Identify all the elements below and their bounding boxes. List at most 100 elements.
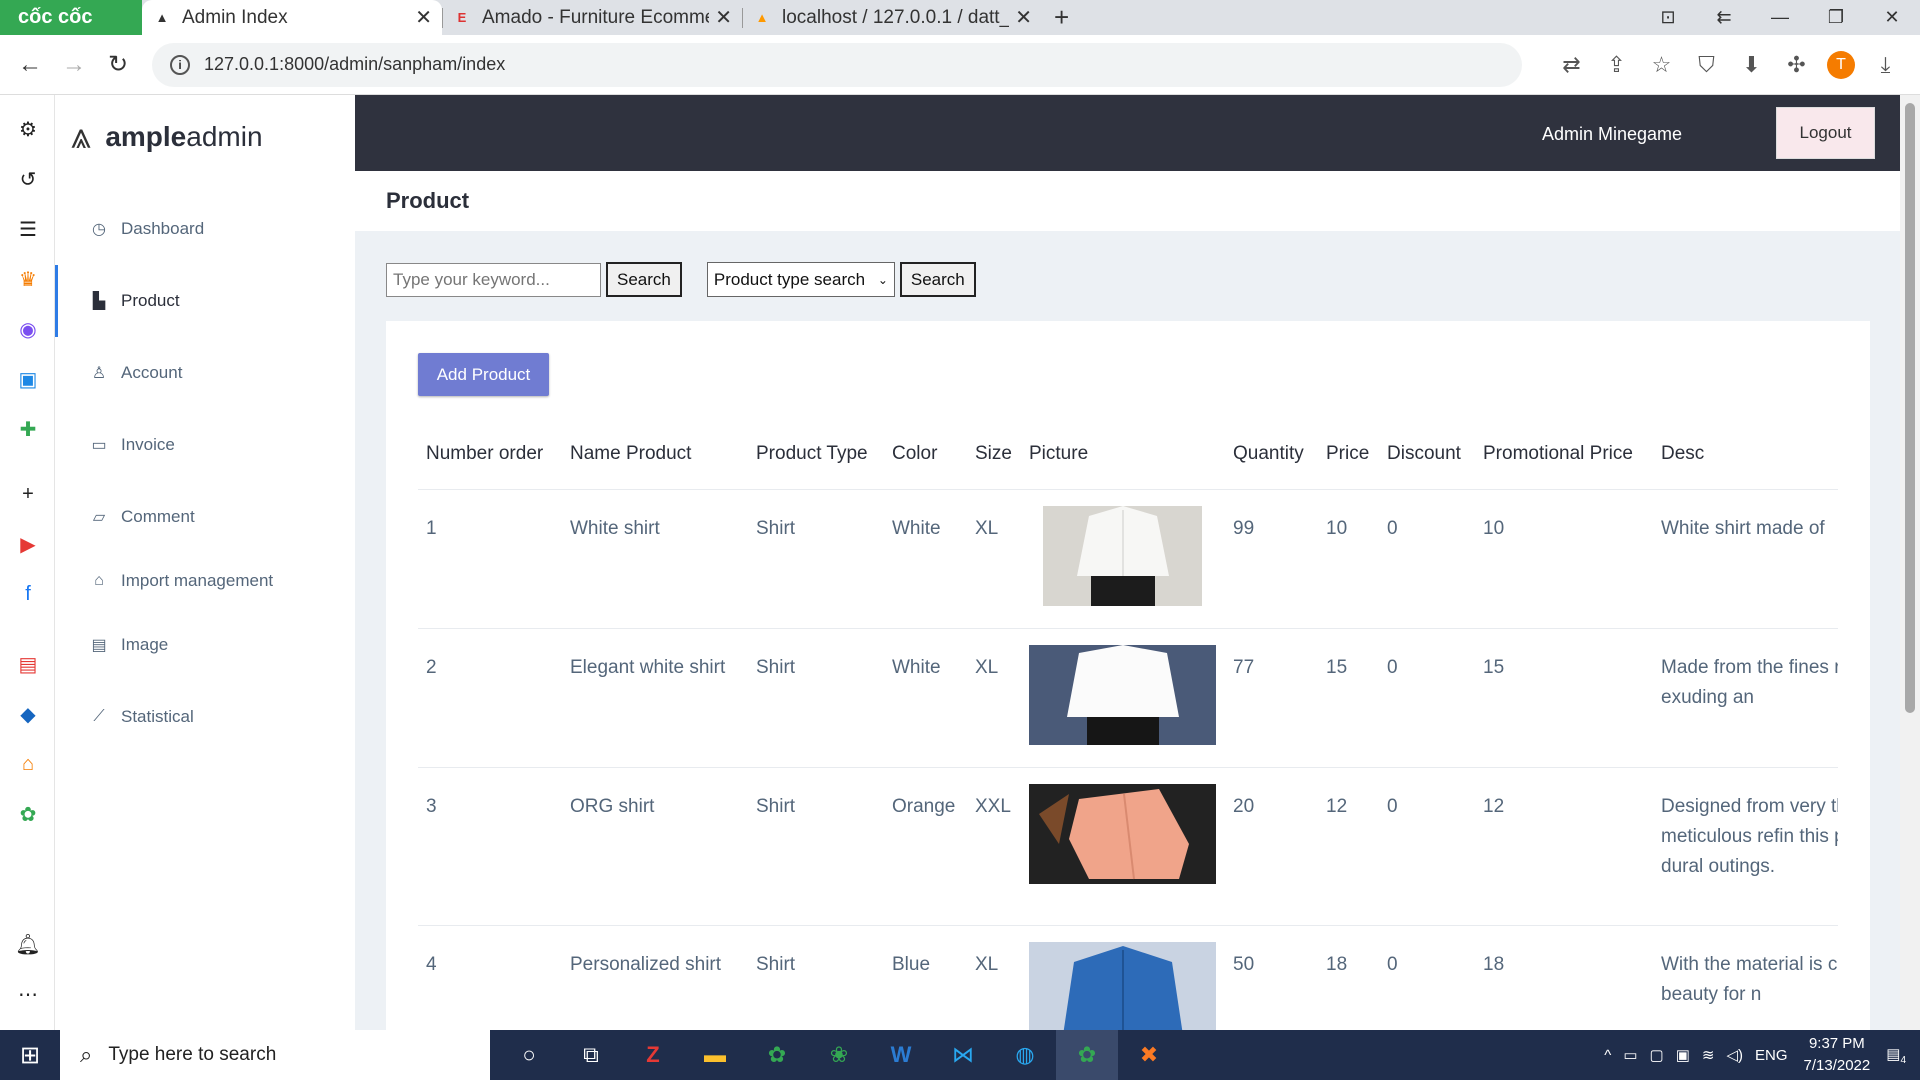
table-row: 1 White shirt Shirt White XL 99 10 0 10 … [418, 489, 1838, 629]
admin-name[interactable]: Admin Minegame [1542, 124, 1682, 145]
elegant-white-shirt-image [1029, 644, 1216, 745]
type-search-button[interactable]: Search [899, 262, 976, 297]
share-icon[interactable]: ⇪ [1594, 52, 1639, 78]
display-icon[interactable]: ▣ [1676, 1046, 1690, 1064]
sidebar-item-account[interactable]: ♙ Account [55, 337, 355, 409]
table-row: 3 ORG shirt Shirt Orange XXL 20 12 0 12 … [418, 767, 1838, 926]
list-icon[interactable]: ☰ [14, 215, 42, 243]
cell-number: 1 [418, 489, 562, 629]
windows-start-icon[interactable]: ⊞ [0, 1041, 60, 1070]
sidebar-item-label: Comment [121, 507, 195, 526]
cell-type: Shirt [748, 628, 884, 768]
cell-price: 15 [1318, 628, 1379, 768]
close-tab-icon[interactable]: ✕ [715, 5, 732, 30]
history-icon[interactable]: ↺ [14, 165, 42, 193]
language-indicator[interactable]: ENG [1755, 1047, 1788, 1064]
page-scrollbar[interactable] [1900, 95, 1920, 1030]
tab-phpmyadmin[interactable]: ▲ localhost / 127.0.0.1 / datt_q ✕ [742, 0, 1042, 35]
product-type-select[interactable]: Product type search ⌄ [706, 262, 895, 297]
messenger-icon[interactable]: ◉ [14, 315, 42, 343]
close-tab-icon[interactable]: ✕ [415, 5, 432, 30]
url-field[interactable]: i 127.0.0.1:8000/admin/sanpham/index [152, 42, 1522, 87]
scrollbar-thumb[interactable] [1905, 103, 1915, 713]
cortana-icon[interactable]: ○ [498, 1030, 560, 1080]
coccoc-app-icon[interactable]: ✿ [14, 800, 42, 828]
sidebar-item-import-management[interactable]: ⌂ Import management [55, 553, 355, 609]
more-icon[interactable]: ⋯ [14, 980, 42, 1008]
back-tabs-icon[interactable]: ⇇ [1696, 7, 1752, 28]
site-info-icon[interactable]: i [170, 54, 190, 75]
shopping-icon[interactable]: ▤ [14, 650, 42, 678]
crown-icon[interactable]: ♛ [14, 265, 42, 293]
notification-count: 4 [1900, 1054, 1906, 1066]
cell-promo-price: 15 [1475, 628, 1653, 768]
taskbar-clock[interactable]: 9:37 PM 7/13/2022 [1804, 1033, 1871, 1077]
volume-icon[interactable]: ◁) [1726, 1046, 1743, 1064]
gear-icon[interactable]: ⚙ [14, 115, 42, 143]
keyword-search-input[interactable] [386, 262, 601, 297]
cell-discount: 0 [1379, 489, 1475, 629]
coccoc-brand[interactable]: cốc cốc [0, 0, 142, 35]
filezilla-icon[interactable]: Z [622, 1030, 684, 1080]
close-tab-icon[interactable]: ✕ [1015, 5, 1032, 30]
cell-color: White [884, 489, 967, 629]
ampleadmin-logo[interactable]: ⩓ ample admin [71, 115, 263, 158]
forward-arrow-icon[interactable]: → [52, 51, 96, 79]
keyword-search-button[interactable]: Search [606, 262, 682, 297]
shield-icon[interactable]: ⛉ [1684, 52, 1729, 78]
notification-icon[interactable]: ▤4 [1886, 1045, 1906, 1066]
chevron-up-icon[interactable]: ^ [1604, 1047, 1611, 1064]
table-header-row: Number order Name Product Product Type C… [418, 419, 1838, 490]
coccoc-active-icon[interactable]: ✿ [1056, 1030, 1118, 1080]
zalo-icon[interactable]: ▣ [14, 365, 42, 393]
coccoc-m-icon[interactable]: ❀ [808, 1030, 870, 1080]
coccoc-taskbar-icon[interactable]: ✿ [746, 1030, 808, 1080]
url-text: 127.0.0.1:8000/admin/sanpham/index [204, 54, 506, 74]
tab-amado[interactable]: E Amado - Furniture Ecommerce ✕ [442, 0, 742, 35]
wifi-icon[interactable]: ≋ [1702, 1046, 1715, 1064]
extensions-icon[interactable]: ✣ [1774, 52, 1819, 78]
taskbar-search[interactable]: ⌕ Type here to search [60, 1030, 490, 1080]
maximize-icon[interactable]: ❐ [1808, 7, 1864, 28]
cell-number: 2 [418, 628, 562, 768]
phpmyadmin-favicon-icon: ▲ [755, 10, 769, 25]
add-icon[interactable]: + [14, 480, 42, 508]
sidebar-item-dashboard[interactable]: ◷ Dashboard [55, 193, 355, 265]
sidebar-item-product[interactable]: ▙ Product [55, 265, 355, 337]
tab-search-icon[interactable]: ⊡ [1640, 7, 1696, 28]
xampp-icon[interactable]: ✖ [1118, 1030, 1180, 1080]
add-product-button[interactable]: Add Product [418, 353, 549, 396]
sidebar-item-label: Import management [121, 571, 274, 590]
youtube-icon[interactable]: ▶ [14, 530, 42, 558]
word-icon[interactable]: W [870, 1030, 932, 1080]
minimize-icon[interactable]: — [1752, 7, 1808, 28]
meet-icon[interactable]: ▢ [1650, 1046, 1664, 1064]
file-explorer-icon[interactable]: ▬ [684, 1030, 746, 1080]
back-arrow-icon[interactable]: ← [8, 51, 52, 79]
game-app-icon[interactable]: ◆ [14, 700, 42, 728]
vscode-icon[interactable]: ⋈ [932, 1030, 994, 1080]
close-window-icon[interactable]: ✕ [1864, 7, 1920, 28]
downloads-icon[interactable]: ⤓ [1863, 52, 1908, 78]
battery-icon[interactable]: ▭ [1623, 1046, 1637, 1064]
sidebar-item-statistical[interactable]: ⟋ Statistical [55, 681, 355, 753]
profile-avatar[interactable]: T [1827, 50, 1855, 79]
task-view-icon[interactable]: ⧉ [560, 1030, 622, 1080]
sidebar-item-invoice[interactable]: ▭ Invoice [55, 409, 355, 481]
sidebar-item-comment[interactable]: ▱ Comment [55, 481, 355, 553]
col-discount: Discount [1379, 419, 1475, 490]
new-tab-icon[interactable]: + [1042, 0, 1081, 35]
cart-icon[interactable]: ⌂ [14, 750, 42, 778]
logout-button[interactable]: Logout [1776, 107, 1875, 159]
gamepad-icon[interactable]: ✚ [14, 415, 42, 443]
zalo-taskbar-icon[interactable]: ◍ [994, 1030, 1056, 1080]
col-name-product: Name Product [562, 419, 748, 490]
bookmark-star-icon[interactable]: ☆ [1639, 52, 1684, 78]
reload-icon[interactable]: ↻ [96, 50, 140, 79]
download-arrow-icon[interactable]: ⬇ [1729, 52, 1774, 78]
bell-icon[interactable]: 🔔︎ [14, 930, 42, 958]
translate-icon[interactable]: ⇄ [1549, 52, 1594, 78]
tab-admin-index[interactable]: ▲ Admin Index ✕ [142, 0, 442, 35]
sidebar-item-image[interactable]: ▤ Image [55, 609, 355, 681]
facebook-icon[interactable]: f [14, 580, 42, 608]
